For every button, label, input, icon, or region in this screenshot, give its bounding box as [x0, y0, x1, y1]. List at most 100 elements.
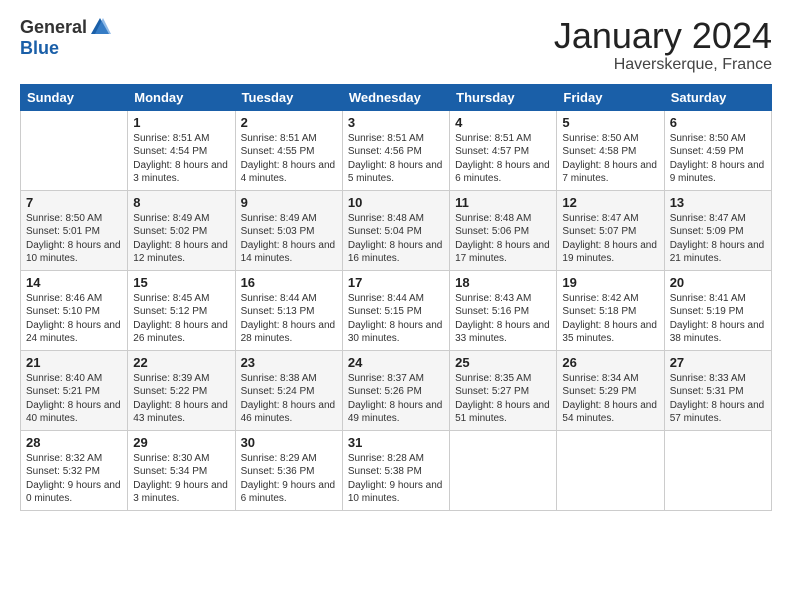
calendar-cell: 7 Sunrise: 8:50 AMSunset: 5:01 PMDaylight… — [21, 190, 128, 270]
week-row-4: 28 Sunrise: 8:32 AMSunset: 5:32 PMDayligh… — [21, 430, 772, 510]
month-title: January 2024 — [554, 16, 772, 56]
cell-info: Sunrise: 8:44 AMSunset: 5:13 PMDaylight:… — [241, 292, 337, 346]
cell-info: Sunrise: 8:30 AMSunset: 5:34 PMDaylight:… — [133, 452, 229, 506]
cell-info: Sunrise: 8:34 AMSunset: 5:29 PMDaylight:… — [562, 372, 658, 426]
cell-info: Sunrise: 8:48 AMSunset: 5:04 PMDaylight:… — [348, 212, 444, 266]
weekday-header-friday: Friday — [557, 84, 664, 110]
cell-info: Sunrise: 8:38 AMSunset: 5:24 PMDaylight:… — [241, 372, 337, 426]
day-number: 14 — [26, 275, 122, 290]
location: Haverskerque, France — [554, 56, 772, 74]
day-number: 15 — [133, 275, 229, 290]
day-number: 30 — [241, 435, 337, 450]
cell-info: Sunrise: 8:45 AMSunset: 5:12 PMDaylight:… — [133, 292, 229, 346]
calendar-cell: 5Sunrise: 8:50 AMSunset: 4:58 PMDaylight… — [557, 110, 664, 190]
calendar-cell: 23Sunrise: 8:38 AMSunset: 5:24 PMDayligh… — [235, 350, 342, 430]
day-number: 3 — [348, 115, 444, 130]
calendar-cell: 30 Sunrise: 8:29 AMSunset: 5:36 PMDayligh… — [235, 430, 342, 510]
calendar-cell: 9Sunrise: 8:49 AMSunset: 5:03 PMDaylight… — [235, 190, 342, 270]
day-number: 10 — [348, 195, 444, 210]
cell-info: Sunrise: 8:50 AMSunset: 4:59 PMDaylight:… — [670, 132, 766, 186]
cell-info: Sunrise: 8:40 AMSunset: 5:21 PMDaylight:… — [26, 372, 122, 426]
header: General Blue January 2024 Haverskerque, … — [20, 16, 772, 74]
calendar-cell: 29Sunrise: 8:30 AMSunset: 5:34 PMDayligh… — [128, 430, 235, 510]
cell-info: Sunrise: 8:32 AMSunset: 5:32 PMDaylight:… — [26, 452, 122, 506]
calendar-cell: 21 Sunrise: 8:40 AMSunset: 5:21 PMDayligh… — [21, 350, 128, 430]
day-number: 7 — [26, 195, 122, 210]
calendar-cell: 10 Sunrise: 8:48 AMSunset: 5:04 PMDayligh… — [342, 190, 449, 270]
day-number: 19 — [562, 275, 658, 290]
calendar-cell: 26 Sunrise: 8:34 AMSunset: 5:29 PMDayligh… — [557, 350, 664, 430]
calendar-cell: 11 Sunrise: 8:48 AMSunset: 5:06 PMDayligh… — [450, 190, 557, 270]
weekday-header-sunday: Sunday — [21, 84, 128, 110]
cell-info: Sunrise: 8:44 AMSunset: 5:15 PMDaylight:… — [348, 292, 444, 346]
day-number: 9 — [241, 195, 337, 210]
week-row-2: 14 Sunrise: 8:46 AMSunset: 5:10 PMDayligh… — [21, 270, 772, 350]
calendar-cell — [664, 430, 771, 510]
cell-info: Sunrise: 8:51 AMSunset: 4:57 PMDaylight:… — [455, 132, 551, 186]
calendar-cell: 13Sunrise: 8:47 AMSunset: 5:09 PMDayligh… — [664, 190, 771, 270]
calendar-cell: 12 Sunrise: 8:47 AMSunset: 5:07 PMDayligh… — [557, 190, 664, 270]
day-number: 12 — [562, 195, 658, 210]
calendar-cell: 3 Sunrise: 8:51 AMSunset: 4:56 PMDaylight… — [342, 110, 449, 190]
calendar-cell: 19 Sunrise: 8:42 AMSunset: 5:18 PMDayligh… — [557, 270, 664, 350]
calendar-cell: 31 Sunrise: 8:28 AMSunset: 5:38 PMDayligh… — [342, 430, 449, 510]
calendar-cell: 1 Sunrise: 8:51 AMSunset: 4:54 PMDaylight… — [128, 110, 235, 190]
cell-info: Sunrise: 8:48 AMSunset: 5:06 PMDaylight:… — [455, 212, 551, 266]
cell-info: Sunrise: 8:35 AMSunset: 5:27 PMDaylight:… — [455, 372, 551, 426]
weekday-header-saturday: Saturday — [664, 84, 771, 110]
cell-info: Sunrise: 8:43 AMSunset: 5:16 PMDaylight:… — [455, 292, 551, 346]
calendar-cell — [450, 430, 557, 510]
logo-blue-text: Blue — [20, 38, 59, 59]
day-number: 21 — [26, 355, 122, 370]
day-number: 31 — [348, 435, 444, 450]
title-area: January 2024 Haverskerque, France — [554, 16, 772, 74]
week-row-0: 1 Sunrise: 8:51 AMSunset: 4:54 PMDaylight… — [21, 110, 772, 190]
calendar-cell: 6 Sunrise: 8:50 AMSunset: 4:59 PMDaylight… — [664, 110, 771, 190]
weekday-header-row: SundayMondayTuesdayWednesdayThursdayFrid… — [21, 84, 772, 110]
cell-info: Sunrise: 8:49 AMSunset: 5:02 PMDaylight:… — [133, 212, 229, 266]
calendar-cell: 25 Sunrise: 8:35 AMSunset: 5:27 PMDayligh… — [450, 350, 557, 430]
day-number: 4 — [455, 115, 551, 130]
calendar-cell: 24Sunrise: 8:37 AMSunset: 5:26 PMDayligh… — [342, 350, 449, 430]
day-number: 25 — [455, 355, 551, 370]
calendar-cell: 20Sunrise: 8:41 AMSunset: 5:19 PMDayligh… — [664, 270, 771, 350]
cell-info: Sunrise: 8:51 AMSunset: 4:56 PMDaylight:… — [348, 132, 444, 186]
day-number: 17 — [348, 275, 444, 290]
cell-info: Sunrise: 8:37 AMSunset: 5:26 PMDaylight:… — [348, 372, 444, 426]
cell-info: Sunrise: 8:50 AMSunset: 5:01 PMDaylight:… — [26, 212, 122, 266]
logo-general-text: General — [20, 17, 87, 38]
cell-info: Sunrise: 8:41 AMSunset: 5:19 PMDaylight:… — [670, 292, 766, 346]
calendar-cell: 27 Sunrise: 8:33 AMSunset: 5:31 PMDayligh… — [664, 350, 771, 430]
day-number: 16 — [241, 275, 337, 290]
calendar-cell: 2Sunrise: 8:51 AMSunset: 4:55 PMDaylight… — [235, 110, 342, 190]
calendar-cell: 14 Sunrise: 8:46 AMSunset: 5:10 PMDayligh… — [21, 270, 128, 350]
logo: General Blue — [20, 16, 111, 59]
calendar-cell: 8 Sunrise: 8:49 AMSunset: 5:02 PMDaylight… — [128, 190, 235, 270]
cell-info: Sunrise: 8:47 AMSunset: 5:09 PMDaylight:… — [670, 212, 766, 266]
cell-info: Sunrise: 8:28 AMSunset: 5:38 PMDaylight:… — [348, 452, 444, 506]
weekday-header-thursday: Thursday — [450, 84, 557, 110]
week-row-1: 7 Sunrise: 8:50 AMSunset: 5:01 PMDaylight… — [21, 190, 772, 270]
day-number: 27 — [670, 355, 766, 370]
weekday-header-wednesday: Wednesday — [342, 84, 449, 110]
day-number: 11 — [455, 195, 551, 210]
day-number: 26 — [562, 355, 658, 370]
day-number: 5 — [562, 115, 658, 130]
cell-info: Sunrise: 8:51 AMSunset: 4:54 PMDaylight:… — [133, 132, 229, 186]
day-number: 28 — [26, 435, 122, 450]
day-number: 22 — [133, 355, 229, 370]
day-number: 1 — [133, 115, 229, 130]
week-row-3: 21 Sunrise: 8:40 AMSunset: 5:21 PMDayligh… — [21, 350, 772, 430]
calendar-cell: 17 Sunrise: 8:44 AMSunset: 5:15 PMDayligh… — [342, 270, 449, 350]
calendar-cell: 15 Sunrise: 8:45 AMSunset: 5:12 PMDayligh… — [128, 270, 235, 350]
page: General Blue January 2024 Haverskerque, … — [0, 0, 792, 612]
cell-info: Sunrise: 8:42 AMSunset: 5:18 PMDaylight:… — [562, 292, 658, 346]
calendar: SundayMondayTuesdayWednesdayThursdayFrid… — [20, 84, 772, 511]
cell-info: Sunrise: 8:29 AMSunset: 5:36 PMDaylight:… — [241, 452, 337, 506]
day-number: 8 — [133, 195, 229, 210]
calendar-cell: 18Sunrise: 8:43 AMSunset: 5:16 PMDayligh… — [450, 270, 557, 350]
cell-info: Sunrise: 8:33 AMSunset: 5:31 PMDaylight:… — [670, 372, 766, 426]
cell-info: Sunrise: 8:46 AMSunset: 5:10 PMDaylight:… — [26, 292, 122, 346]
cell-info: Sunrise: 8:47 AMSunset: 5:07 PMDaylight:… — [562, 212, 658, 266]
day-number: 6 — [670, 115, 766, 130]
